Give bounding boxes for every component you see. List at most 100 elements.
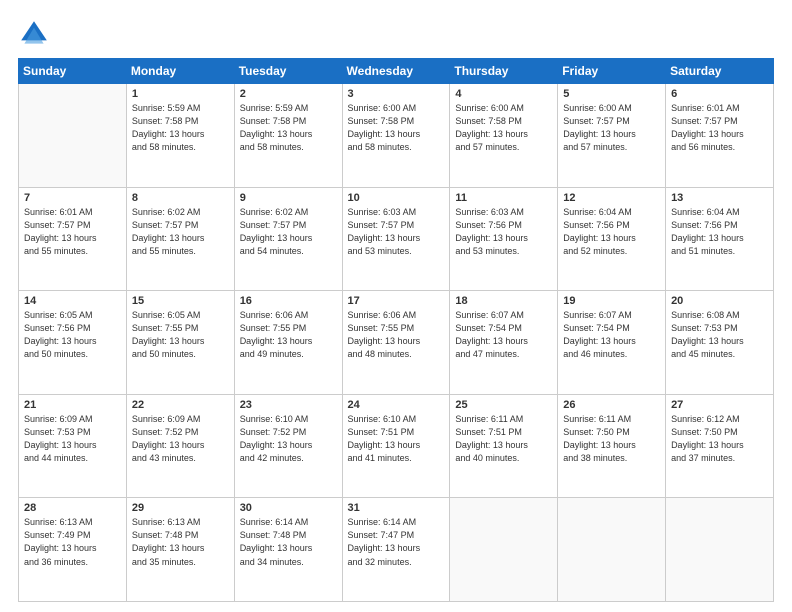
day-cell: 29 Sunrise: 6:13 AM Sunset: 7:48 PM Dayli… [126,498,234,602]
day-info: Sunrise: 5:59 AM Sunset: 7:58 PM Dayligh… [240,102,337,154]
day-cell [558,498,666,602]
day-info: Sunrise: 6:11 AM Sunset: 7:51 PM Dayligh… [455,413,552,465]
day-number: 3 [348,88,445,100]
day-info: Sunrise: 6:09 AM Sunset: 7:52 PM Dayligh… [132,413,229,465]
day-cell: 26 Sunrise: 6:11 AM Sunset: 7:50 PM Dayli… [558,394,666,498]
day-number: 14 [24,295,121,307]
day-number: 12 [563,192,660,204]
day-number: 7 [24,192,121,204]
day-cell: 28 Sunrise: 6:13 AM Sunset: 7:49 PM Dayli… [19,498,127,602]
weekday-saturday: Saturday [666,59,774,84]
day-cell: 8 Sunrise: 6:02 AM Sunset: 7:57 PM Daylig… [126,187,234,291]
day-cell [450,498,558,602]
day-cell: 5 Sunrise: 6:00 AM Sunset: 7:57 PM Daylig… [558,84,666,188]
day-info: Sunrise: 6:06 AM Sunset: 7:55 PM Dayligh… [240,309,337,361]
day-number: 26 [563,399,660,411]
day-cell: 15 Sunrise: 6:05 AM Sunset: 7:55 PM Dayli… [126,291,234,395]
day-number: 29 [132,502,229,514]
header [18,18,774,50]
weekday-tuesday: Tuesday [234,59,342,84]
week-row-4: 21Sunrise: 6:09 AM Sunset: 7:53 PM Dayli… [19,394,774,498]
day-number: 10 [348,192,445,204]
day-cell: 12Sunrise: 6:04 AM Sunset: 7:56 PM Dayli… [558,187,666,291]
weekday-monday: Monday [126,59,234,84]
day-info: Sunrise: 6:02 AM Sunset: 7:57 PM Dayligh… [240,206,337,258]
day-info: Sunrise: 6:06 AM Sunset: 7:55 PM Dayligh… [348,309,445,361]
day-info: Sunrise: 6:04 AM Sunset: 7:56 PM Dayligh… [671,206,768,258]
day-number: 4 [455,88,552,100]
day-number: 20 [671,295,768,307]
day-info: Sunrise: 6:10 AM Sunset: 7:52 PM Dayligh… [240,413,337,465]
day-info: Sunrise: 6:05 AM Sunset: 7:55 PM Dayligh… [132,309,229,361]
day-number: 9 [240,192,337,204]
weekday-header-row: SundayMondayTuesdayWednesdayThursdayFrid… [19,59,774,84]
day-info: Sunrise: 6:02 AM Sunset: 7:57 PM Dayligh… [132,206,229,258]
day-number: 1 [132,88,229,100]
weekday-wednesday: Wednesday [342,59,450,84]
day-info: Sunrise: 6:01 AM Sunset: 7:57 PM Dayligh… [671,102,768,154]
logo-icon [18,18,50,50]
weekday-thursday: Thursday [450,59,558,84]
calendar-table: SundayMondayTuesdayWednesdayThursdayFrid… [18,58,774,602]
day-cell: 13 Sunrise: 6:04 AM Sunset: 7:56 PM Dayli… [666,187,774,291]
week-row-3: 14 Sunrise: 6:05 AM Sunset: 7:56 PM Dayli… [19,291,774,395]
day-info: Sunrise: 6:00 AM Sunset: 7:58 PM Dayligh… [348,102,445,154]
weekday-sunday: Sunday [19,59,127,84]
day-number: 6 [671,88,768,100]
weekday-friday: Friday [558,59,666,84]
day-info: Sunrise: 6:00 AM Sunset: 7:57 PM Dayligh… [563,102,660,154]
day-cell: 7 Sunrise: 6:01 AM Sunset: 7:57 PM Daylig… [19,187,127,291]
day-number: 31 [348,502,445,514]
day-cell: 10Sunrise: 6:03 AM Sunset: 7:57 PM Dayli… [342,187,450,291]
day-cell: 14 Sunrise: 6:05 AM Sunset: 7:56 PM Dayli… [19,291,127,395]
day-cell [19,84,127,188]
day-info: Sunrise: 6:14 AM Sunset: 7:48 PM Dayligh… [240,516,337,568]
day-number: 8 [132,192,229,204]
day-number: 18 [455,295,552,307]
day-info: Sunrise: 6:13 AM Sunset: 7:48 PM Dayligh… [132,516,229,568]
week-row-1: 1 Sunrise: 5:59 AM Sunset: 7:58 PM Daylig… [19,84,774,188]
day-info: Sunrise: 6:12 AM Sunset: 7:50 PM Dayligh… [671,413,768,465]
day-info: Sunrise: 6:00 AM Sunset: 7:58 PM Dayligh… [455,102,552,154]
day-info: Sunrise: 6:13 AM Sunset: 7:49 PM Dayligh… [24,516,121,568]
day-cell: 19Sunrise: 6:07 AM Sunset: 7:54 PM Dayli… [558,291,666,395]
day-cell: 30 Sunrise: 6:14 AM Sunset: 7:48 PM Dayli… [234,498,342,602]
day-number: 24 [348,399,445,411]
day-cell: 24 Sunrise: 6:10 AM Sunset: 7:51 PM Dayli… [342,394,450,498]
day-info: Sunrise: 6:08 AM Sunset: 7:53 PM Dayligh… [671,309,768,361]
day-number: 11 [455,192,552,204]
day-number: 15 [132,295,229,307]
day-cell: 4 Sunrise: 6:00 AM Sunset: 7:58 PM Daylig… [450,84,558,188]
week-row-2: 7 Sunrise: 6:01 AM Sunset: 7:57 PM Daylig… [19,187,774,291]
day-number: 22 [132,399,229,411]
day-info: Sunrise: 6:03 AM Sunset: 7:56 PM Dayligh… [455,206,552,258]
day-cell: 25Sunrise: 6:11 AM Sunset: 7:51 PM Dayli… [450,394,558,498]
day-cell: 2 Sunrise: 5:59 AM Sunset: 7:58 PM Daylig… [234,84,342,188]
day-cell: 6 Sunrise: 6:01 AM Sunset: 7:57 PM Daylig… [666,84,774,188]
day-cell: 3 Sunrise: 6:00 AM Sunset: 7:58 PM Daylig… [342,84,450,188]
day-info: Sunrise: 6:05 AM Sunset: 7:56 PM Dayligh… [24,309,121,361]
day-number: 16 [240,295,337,307]
page: SundayMondayTuesdayWednesdayThursdayFrid… [0,0,792,612]
day-number: 30 [240,502,337,514]
week-row-5: 28 Sunrise: 6:13 AM Sunset: 7:49 PM Dayli… [19,498,774,602]
day-number: 28 [24,502,121,514]
day-cell: 27Sunrise: 6:12 AM Sunset: 7:50 PM Dayli… [666,394,774,498]
day-number: 17 [348,295,445,307]
day-info: Sunrise: 5:59 AM Sunset: 7:58 PM Dayligh… [132,102,229,154]
day-info: Sunrise: 6:10 AM Sunset: 7:51 PM Dayligh… [348,413,445,465]
day-cell: 11 Sunrise: 6:03 AM Sunset: 7:56 PM Dayli… [450,187,558,291]
logo [18,18,56,50]
day-cell: 17 Sunrise: 6:06 AM Sunset: 7:55 PM Dayli… [342,291,450,395]
day-info: Sunrise: 6:09 AM Sunset: 7:53 PM Dayligh… [24,413,121,465]
day-cell: 9 Sunrise: 6:02 AM Sunset: 7:57 PM Daylig… [234,187,342,291]
day-number: 23 [240,399,337,411]
day-info: Sunrise: 6:01 AM Sunset: 7:57 PM Dayligh… [24,206,121,258]
day-info: Sunrise: 6:11 AM Sunset: 7:50 PM Dayligh… [563,413,660,465]
day-number: 5 [563,88,660,100]
day-cell: 16 Sunrise: 6:06 AM Sunset: 7:55 PM Dayli… [234,291,342,395]
day-number: 13 [671,192,768,204]
day-cell: 22 Sunrise: 6:09 AM Sunset: 7:52 PM Dayli… [126,394,234,498]
day-cell: 20 Sunrise: 6:08 AM Sunset: 7:53 PM Dayli… [666,291,774,395]
day-number: 2 [240,88,337,100]
